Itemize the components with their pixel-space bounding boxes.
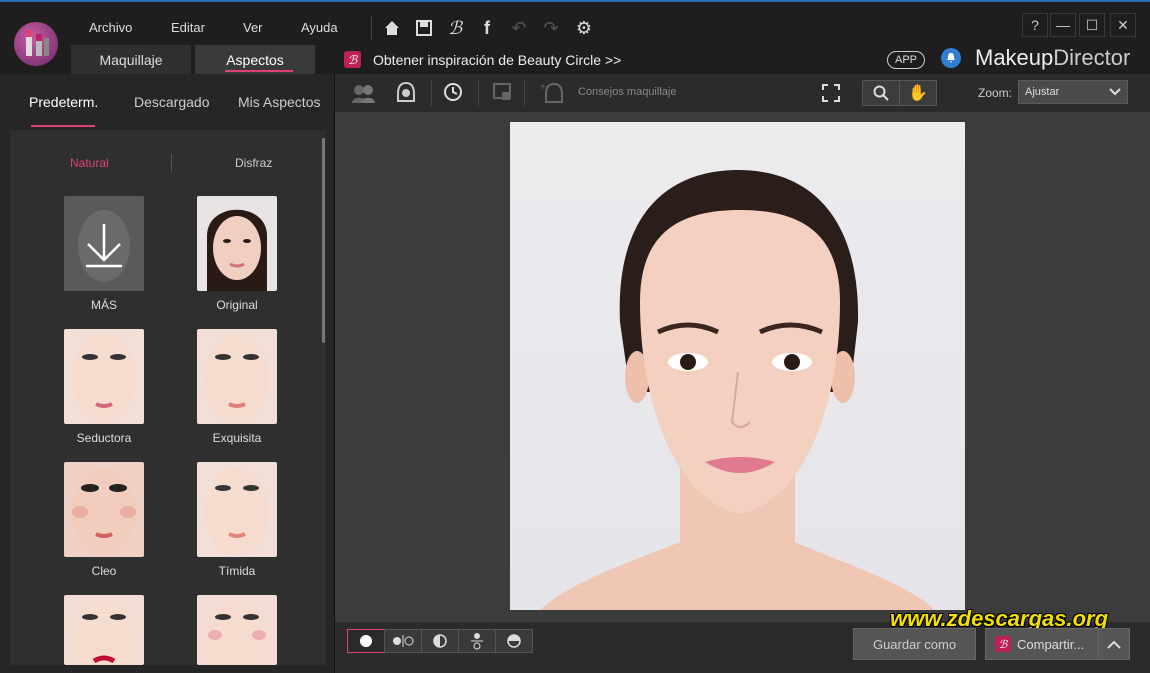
look-thumb-cleo[interactable] xyxy=(64,462,144,557)
look-label: Original xyxy=(216,298,258,312)
share-button-label: Compartir... xyxy=(1017,637,1085,652)
photo-canvas-area xyxy=(335,112,1150,622)
beauty-circle-logo-icon: ℬ xyxy=(344,51,361,68)
close-button[interactable]: ✕ xyxy=(1110,13,1136,37)
beauty-circle-share-icon: ℬ xyxy=(995,636,1011,652)
view-single-button[interactable] xyxy=(347,629,385,653)
look-label: Tímida xyxy=(218,564,256,578)
stacked-view-icon xyxy=(471,633,483,650)
tab-maquillaje[interactable]: Maquillaje xyxy=(71,45,191,75)
look-thumb-timida[interactable] xyxy=(197,462,277,557)
divider xyxy=(431,80,432,106)
active-tab-underline xyxy=(31,125,95,127)
looks-panel: Predeterm. Descargado Mis Aspectos Natur… xyxy=(0,74,335,673)
title-bar: Archivo Editar Ver Ayuda ℬ f ↶ ↷ ⚙ Maqui… xyxy=(0,0,1150,75)
look-label: Exquisita xyxy=(212,431,262,445)
split-horizontal-icon xyxy=(507,634,521,648)
side-by-side-icon xyxy=(393,635,414,647)
maximize-button[interactable]: ☐ xyxy=(1079,13,1105,37)
single-view-icon xyxy=(360,635,372,647)
view-split-horizontal-button[interactable] xyxy=(495,629,533,653)
beauty-circle-icon[interactable]: ℬ xyxy=(444,17,466,39)
look-thumb-seductora[interactable] xyxy=(64,329,144,424)
scrollbar[interactable] xyxy=(322,138,325,343)
divider xyxy=(524,80,525,106)
menu-ver[interactable]: Ver xyxy=(243,20,263,35)
facebook-icon[interactable]: f xyxy=(476,17,498,39)
look-thumb-partial[interactable] xyxy=(64,595,144,665)
look-thumb-mas[interactable] xyxy=(64,196,144,291)
share-button[interactable]: ℬ Compartir... xyxy=(985,628,1099,660)
look-thumb-exquisita[interactable] xyxy=(197,329,277,424)
zoom-select-value: Ajustar xyxy=(1025,86,1060,98)
pan-hand-icon[interactable]: ✋ xyxy=(899,80,937,106)
divider xyxy=(478,80,479,106)
brand-name: MakeupDirector xyxy=(975,45,1130,71)
chevron-down-icon xyxy=(1109,88,1121,96)
tab-predeterm[interactable]: Predeterm. xyxy=(29,94,98,110)
redo-icon[interactable]: ↷ xyxy=(540,17,562,39)
save-as-button[interactable]: Guardar como xyxy=(853,628,976,660)
expand-up-button[interactable] xyxy=(1098,628,1130,660)
subtab-divider xyxy=(171,154,172,172)
menu-editar[interactable]: Editar xyxy=(171,20,205,35)
svg-text:+: + xyxy=(540,82,546,93)
undo-icon[interactable]: ↶ xyxy=(508,17,530,39)
brand-part1: Makeup xyxy=(975,45,1054,70)
tab-aspectos-label: Aspectos xyxy=(226,52,284,68)
save-icon[interactable] xyxy=(413,17,435,39)
chevron-up-icon xyxy=(1107,640,1121,649)
tab-descargado[interactable]: Descargado xyxy=(134,94,210,110)
look-label: Seductora xyxy=(76,431,132,445)
divider xyxy=(371,16,372,40)
makeup-tips-icon[interactable]: + xyxy=(538,80,570,111)
view-stacked-button[interactable] xyxy=(458,629,496,653)
app-logo xyxy=(14,22,58,66)
zoom-tool-icon[interactable] xyxy=(862,80,900,106)
compare-image-icon[interactable] xyxy=(492,82,512,107)
zoom-label: Zoom: xyxy=(978,86,1013,100)
view-side-by-side-button[interactable] xyxy=(384,629,422,653)
look-label: Cleo xyxy=(91,564,117,578)
look-label: MÁS xyxy=(90,298,117,312)
beauty-circle-link[interactable]: Obtener inspiración de Beauty Circle >> xyxy=(373,52,621,68)
help-button[interactable]: ? xyxy=(1022,13,1048,37)
look-thumb-partial[interactable] xyxy=(197,595,277,665)
compare-faces-icon[interactable] xyxy=(351,82,377,109)
face-detect-icon[interactable] xyxy=(395,81,417,110)
split-vertical-icon xyxy=(433,634,447,648)
looks-gallery: Natural Disfraz MÁS Original Seductora E… xyxy=(10,130,326,665)
home-icon[interactable] xyxy=(381,17,403,39)
minimize-button[interactable]: — xyxy=(1050,13,1076,37)
zoom-select[interactable]: Ajustar xyxy=(1018,80,1128,104)
face-photo[interactable] xyxy=(510,122,965,610)
menu-ayuda[interactable]: Ayuda xyxy=(301,20,338,35)
history-icon[interactable] xyxy=(442,81,464,108)
app-badge[interactable]: APP xyxy=(887,51,925,69)
tab-mis-aspectos[interactable]: Mis Aspectos xyxy=(238,94,320,110)
tab-maquillaje-label: Maquillaje xyxy=(99,52,163,68)
brand-part2: Director xyxy=(1053,45,1131,70)
notification-bell-icon[interactable] xyxy=(941,48,961,68)
tab-aspectos[interactable]: Aspectos xyxy=(195,45,315,75)
settings-gear-icon[interactable]: ⚙ xyxy=(573,17,595,39)
subtab-natural[interactable]: Natural xyxy=(70,156,109,170)
editor-toolbar: + Consejos maquillaje ✋ Zoom: Ajustar xyxy=(335,74,1150,113)
menu-archivo[interactable]: Archivo xyxy=(89,20,132,35)
look-thumb-original[interactable] xyxy=(197,196,277,291)
view-split-vertical-button[interactable] xyxy=(421,629,459,653)
fullscreen-icon[interactable] xyxy=(821,83,841,108)
bottom-bar: www.zdescargas.org Guardar como ℬ Compar… xyxy=(335,606,1150,673)
makeup-tips-label[interactable]: Consejos maquillaje xyxy=(578,86,676,98)
subtab-disfraz[interactable]: Disfraz xyxy=(235,156,272,170)
